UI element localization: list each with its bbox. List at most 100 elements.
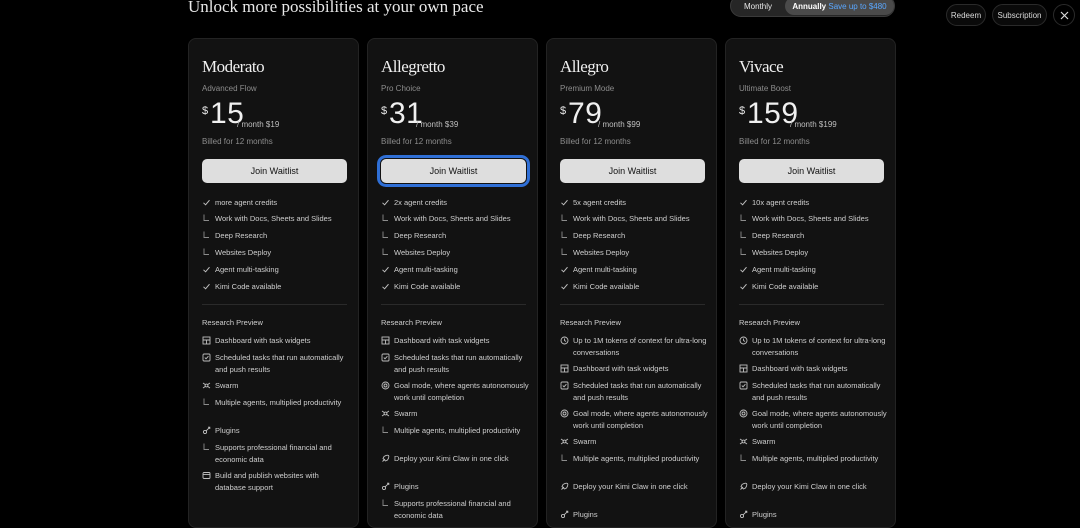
feature-text: 2x agent credits: [394, 198, 447, 207]
feature-item: 5x agent credits: [561, 197, 708, 209]
price-period: / month $19: [237, 120, 279, 129]
schedule-icon: [381, 353, 390, 362]
goal-icon: [739, 409, 748, 418]
feature-item: Kimi Code available: [203, 281, 350, 293]
research-text: Goal mode, where agents autonomously wor…: [573, 409, 708, 430]
research-text: Dashboard with task widgets: [394, 336, 490, 345]
research-text: Plugins: [215, 426, 240, 435]
research-item: Deploy your Kimi Claw in one click: [561, 481, 708, 493]
annually-option[interactable]: Annually Save up to $480: [785, 0, 894, 15]
research-item: Multiple agents, multiplied productivity: [740, 453, 887, 465]
feature-item: Deep Research: [740, 230, 887, 242]
feature-text: 10x agent credits: [752, 198, 810, 207]
research-text: Dashboard with task widgets: [573, 364, 669, 373]
research-item: Deploy your Kimi Claw in one click: [382, 453, 529, 465]
research-item: Swarm: [560, 436, 708, 448]
dashboard-icon: [381, 336, 390, 345]
feature-text: Deep Research: [215, 231, 268, 240]
sub-item-icon: [381, 499, 390, 508]
research-text: Deploy your Kimi Claw in one click: [573, 482, 688, 491]
plugin-icon: [560, 510, 569, 519]
feature-item: Websites Deploy: [203, 247, 350, 259]
research-text: Plugins: [752, 510, 777, 519]
check-icon: [202, 282, 211, 291]
feature-item: Deep Research: [382, 230, 529, 242]
original-price: $39: [444, 120, 459, 129]
price-period: / month $39: [416, 120, 458, 129]
research-item: Plugins: [202, 425, 350, 437]
research-item: Up to 1M tokens of context for ultra-lon…: [739, 335, 887, 358]
research-item: Plugins: [560, 509, 708, 521]
monthly-option[interactable]: Monthly: [731, 0, 785, 16]
feature-text: Websites Deploy: [752, 248, 809, 257]
join-waitlist-button[interactable]: Join Waitlist: [739, 159, 884, 183]
research-item: Swarm: [202, 380, 350, 392]
schedule-icon: [202, 353, 211, 362]
feature-text: Deep Research: [394, 231, 447, 240]
sub-item-icon: [381, 248, 390, 257]
subscription-button[interactable]: Subscription: [992, 4, 1047, 26]
research-item: Dashboard with task widgets: [560, 363, 708, 375]
currency-symbol: $: [739, 105, 746, 117]
research-item: Scheduled tasks that run automatically a…: [560, 380, 708, 403]
feature-item: Agent multi-tasking: [203, 264, 350, 276]
research-item: Supports professional financial and econ…: [382, 498, 529, 521]
feature-item: Work with Docs, Sheets and Slides: [561, 213, 708, 225]
research-text: Multiple agents, multiplied productivity: [215, 398, 342, 407]
join-waitlist-button[interactable]: Join Waitlist: [202, 159, 347, 183]
check-icon: [381, 198, 390, 207]
research-preview-label: Research Preview: [560, 318, 621, 327]
sub-item-icon: [381, 231, 390, 240]
research-text: Scheduled tasks that run automatically a…: [752, 381, 881, 402]
sub-item-icon: [739, 214, 748, 223]
join-waitlist-button[interactable]: Join Waitlist: [560, 159, 705, 183]
research-text: Multiple agents, multiplied productivity: [752, 454, 879, 463]
feature-item: Deep Research: [561, 230, 708, 242]
research-text: Goal mode, where agents autonomously wor…: [752, 409, 887, 430]
swarm-icon: [202, 381, 211, 390]
feature-item: Work with Docs, Sheets and Slides: [740, 213, 887, 225]
feature-item: 2x agent credits: [382, 197, 529, 209]
research-item: Scheduled tasks that run automatically a…: [739, 380, 887, 403]
close-button[interactable]: [1053, 4, 1075, 26]
research-item: Swarm: [739, 436, 887, 448]
research-text: Scheduled tasks that run automatically a…: [394, 353, 523, 374]
sub-item-icon: [381, 426, 390, 435]
schedule-icon: [739, 381, 748, 390]
check-icon: [202, 265, 211, 274]
plugin-icon: [202, 426, 211, 435]
feature-item: Agent multi-tasking: [382, 264, 529, 276]
join-waitlist-button[interactable]: Join Waitlist: [377, 155, 530, 187]
feature-text: Kimi Code available: [215, 282, 282, 291]
research-text: Swarm: [752, 437, 776, 446]
billing-toggle[interactable]: Monthly Annually Save up to $480: [730, 0, 895, 17]
research-item: Goal mode, where agents autonomously wor…: [381, 380, 529, 403]
sub-item-icon: [560, 231, 569, 240]
research-item: Scheduled tasks that run automatically a…: [381, 352, 529, 375]
redeem-button[interactable]: Redeem: [946, 4, 986, 26]
research-item: Up to 1M tokens of context for ultra-lon…: [560, 335, 708, 358]
research-text: Dashboard with task widgets: [752, 364, 848, 373]
feature-text: Kimi Code available: [394, 282, 461, 291]
feature-item: Work with Docs, Sheets and Slides: [382, 213, 529, 225]
feature-text: Deep Research: [573, 231, 626, 240]
currency-symbol: $: [381, 105, 388, 117]
research-item: Plugins: [739, 509, 887, 521]
goal-icon: [381, 381, 390, 390]
plan-name: Allegretto: [381, 57, 445, 76]
feature-item: more agent credits: [203, 197, 350, 209]
research-text: Dashboard with task widgets: [215, 336, 311, 345]
tokens-icon: [739, 336, 748, 345]
feature-item: Agent multi-tasking: [561, 264, 708, 276]
goal-icon: [560, 409, 569, 418]
feature-item: Websites Deploy: [382, 247, 529, 259]
sub-item-icon: [381, 214, 390, 223]
feature-text: Websites Deploy: [215, 248, 272, 257]
plan-subtitle: Premium Mode: [560, 84, 615, 93]
feature-text: Work with Docs, Sheets and Slides: [394, 214, 511, 223]
feature-item: Kimi Code available: [382, 281, 529, 293]
feature-item: Agent multi-tasking: [740, 264, 887, 276]
research-item: Dashboard with task widgets: [739, 363, 887, 375]
research-item: Goal mode, where agents autonomously wor…: [739, 408, 887, 431]
research-text: Plugins: [394, 482, 419, 491]
